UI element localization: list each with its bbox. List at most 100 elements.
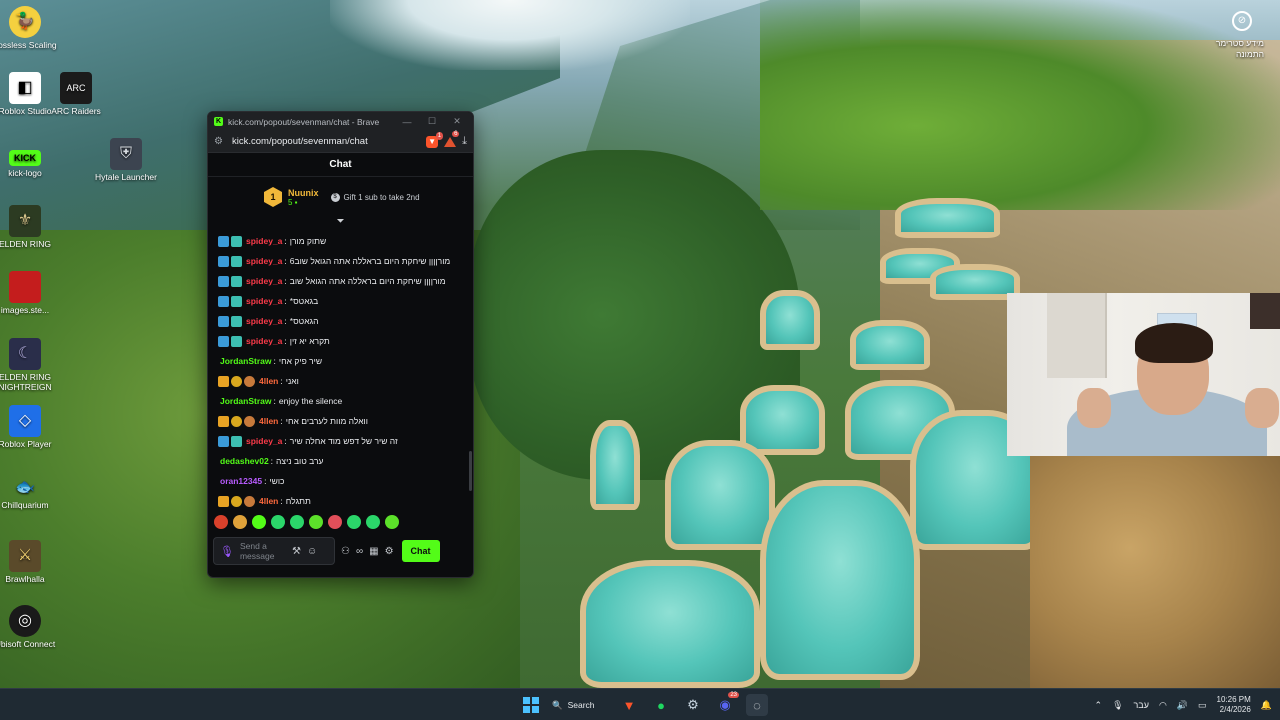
maximize-button[interactable]: ☐ xyxy=(422,116,442,127)
brave-rewards-icon[interactable]: 6 xyxy=(444,130,460,147)
username-separator: : xyxy=(284,296,287,306)
brave-shields-icon[interactable]: ▼ 1 xyxy=(426,131,444,148)
blue-badge-icon[interactable] xyxy=(218,275,229,287)
desktop-icon-elden-ring-nightreign[interactable]: ☾ ELDEN RING NIGHTREIGN xyxy=(0,338,57,392)
url-field[interactable]: kick.com/popout/sevenman/chat xyxy=(232,136,420,147)
message-input[interactable]: 🎙 Send a message ⚒ ☺ xyxy=(213,537,335,565)
emote-kick-2-icon[interactable] xyxy=(271,515,285,529)
minimize-button[interactable]: — xyxy=(397,117,417,127)
chat-username[interactable]: spidey_a xyxy=(246,276,282,286)
gift-sub-prompt[interactable]: $ Gift 1 sub to take 2nd xyxy=(330,192,420,202)
desktop-icon-lossless-scaling[interactable]: 🦆 Lossless Scaling xyxy=(0,6,57,50)
chat-username[interactable]: spidey_a xyxy=(246,296,282,306)
desktop-icon-brawlhalla[interactable]: ⚔ Brawlhalla xyxy=(0,540,57,584)
send-chat-button[interactable]: Chat xyxy=(401,540,440,562)
chat-username[interactable]: spidey_a xyxy=(246,316,282,326)
desktop-icon-images-ste[interactable]: images.ste... xyxy=(0,271,57,315)
emote-ball-icon[interactable] xyxy=(385,515,399,529)
settings-icon[interactable]: ⚙ xyxy=(385,546,394,557)
taskbar-obs-icon[interactable]: ◌ xyxy=(746,694,768,716)
chat-username[interactable]: spidey_a xyxy=(246,436,282,446)
desktop-icon-hytale-launcher[interactable]: ⛨ Hytale Launcher xyxy=(94,138,158,182)
crown-badge-icon[interactable] xyxy=(218,375,229,387)
coin-badge-icon[interactable] xyxy=(231,495,242,507)
teal-badge-icon[interactable] xyxy=(231,335,242,347)
kick-emote-icon[interactable]: ⚒ xyxy=(292,546,301,557)
blue-badge-icon[interactable] xyxy=(218,315,229,327)
teal-badge-icon[interactable] xyxy=(231,235,242,247)
desktop-icon-arc-raiders[interactable]: ARC ARC Raiders xyxy=(44,72,108,116)
chat-username[interactable]: spidey_a xyxy=(246,236,282,246)
emote-angry-icon[interactable] xyxy=(328,515,342,529)
blue-badge-icon[interactable] xyxy=(218,235,229,247)
teal-badge-icon[interactable] xyxy=(231,295,242,307)
chat-username[interactable]: spidey_a xyxy=(246,336,282,346)
emote-face-icon[interactable] xyxy=(233,515,247,529)
taskbar-spotify-icon[interactable]: ● xyxy=(650,694,672,716)
taskbar-search[interactable]: 🔍 Search xyxy=(552,694,608,716)
language-indicator[interactable]: עבר xyxy=(1134,700,1149,710)
store-icon[interactable]: ▦ xyxy=(369,546,378,557)
chat-username[interactable]: dedashev02 xyxy=(220,456,269,466)
users-icon[interactable]: ⚇ xyxy=(341,546,350,557)
window-titlebar[interactable]: K kick.com/popout/sevenman/chat - Brave … xyxy=(208,112,473,131)
chat-scrollbar[interactable] xyxy=(469,451,472,491)
emote-kick-3-icon[interactable] xyxy=(290,515,304,529)
stream-info-icon[interactable]: ⊘ xyxy=(1232,11,1252,31)
crown-badge-icon[interactable] xyxy=(218,495,229,507)
chat-message: 4llen: וואלה מוות לערבים אחי xyxy=(218,411,463,431)
avatar-badge-icon[interactable] xyxy=(244,415,255,427)
coin-badge-icon[interactable] xyxy=(231,375,242,387)
chat-username[interactable]: 4llen xyxy=(259,416,278,426)
teal-badge-icon[interactable] xyxy=(231,275,242,287)
taskbar-brave-icon[interactable]: ▼ xyxy=(618,694,640,716)
chat-username[interactable]: JordanStraw xyxy=(220,356,272,366)
infinity-icon[interactable]: ∞ xyxy=(356,546,363,557)
emoji-icon[interactable]: ☺ xyxy=(307,546,317,557)
teal-badge-icon[interactable] xyxy=(231,315,242,327)
notifications-icon[interactable]: 🔔 xyxy=(1261,700,1272,711)
site-settings-icon[interactable]: ⚙ xyxy=(214,136,226,147)
desktop-icon-roblox-player[interactable]: ◇ Roblox Player xyxy=(0,405,57,449)
taskbar-steam-icon[interactable]: ⚙ xyxy=(682,694,704,716)
wifi-icon[interactable]: ◠ xyxy=(1159,700,1167,711)
crown-badge-icon[interactable] xyxy=(218,415,229,427)
chat-message-text: *הגאטס xyxy=(289,316,319,326)
teal-badge-icon[interactable] xyxy=(231,255,242,267)
download-icon[interactable]: ⤓ xyxy=(462,135,467,148)
emote-frog-icon[interactable] xyxy=(309,515,323,529)
chat-username[interactable]: 4llen xyxy=(259,376,278,386)
desktop-icon-ubisoft-connect[interactable]: ◎ Ubisoft Connect xyxy=(0,605,57,649)
emote-car-icon[interactable] xyxy=(214,515,228,529)
emote-kick-4-icon[interactable] xyxy=(366,515,380,529)
microphone-tray-icon[interactable]: 🎙 xyxy=(1112,700,1123,711)
top-gifter-banner[interactable]: 1 Nuunix 5 ▪ $ Gift 1 sub to take 2nd xyxy=(208,177,473,217)
blue-badge-icon[interactable] xyxy=(218,435,229,447)
chat-username[interactable]: 4llen xyxy=(259,496,278,506)
pinned-collapse-icon[interactable]: ⏷ xyxy=(208,217,473,231)
chat-username[interactable]: spidey_a xyxy=(246,256,282,266)
show-hidden-icons-icon[interactable]: ⌃ xyxy=(1095,700,1103,711)
microphone-icon[interactable]: 🎙 xyxy=(220,545,234,558)
stream-info-label: מידע סטרימר התמונה xyxy=(1215,38,1264,59)
blue-badge-icon[interactable] xyxy=(218,335,229,347)
desktop-icon-elden-ring[interactable]: ⚜ ELDEN RING xyxy=(0,205,57,249)
emote-globe-icon[interactable] xyxy=(347,515,361,529)
coin-badge-icon[interactable] xyxy=(231,415,242,427)
start-button[interactable] xyxy=(520,694,542,716)
clock[interactable]: 10:26 PM 2/4/2026 xyxy=(1217,695,1251,715)
taskbar-discord-icon[interactable]: ◉ 23 xyxy=(714,692,739,716)
blue-badge-icon[interactable] xyxy=(218,255,229,267)
volume-icon[interactable]: 🔊 xyxy=(1177,700,1188,711)
chat-username[interactable]: JordanStraw xyxy=(220,396,272,406)
close-button[interactable]: ✕ xyxy=(447,116,467,127)
avatar-badge-icon[interactable] xyxy=(244,375,255,387)
teal-badge-icon[interactable] xyxy=(231,435,242,447)
desktop-icon-chillquarium[interactable]: 🐟 Chillquarium xyxy=(0,478,57,511)
chat-username[interactable]: oran12345 xyxy=(220,476,262,486)
avatar-badge-icon[interactable] xyxy=(244,495,255,507)
blue-badge-icon[interactable] xyxy=(218,295,229,307)
battery-icon[interactable]: ▭ xyxy=(1198,700,1207,711)
desktop-icon-kick-logo[interactable]: KICK kick-logo xyxy=(0,150,57,178)
emote-kick-icon[interactable] xyxy=(252,515,266,529)
